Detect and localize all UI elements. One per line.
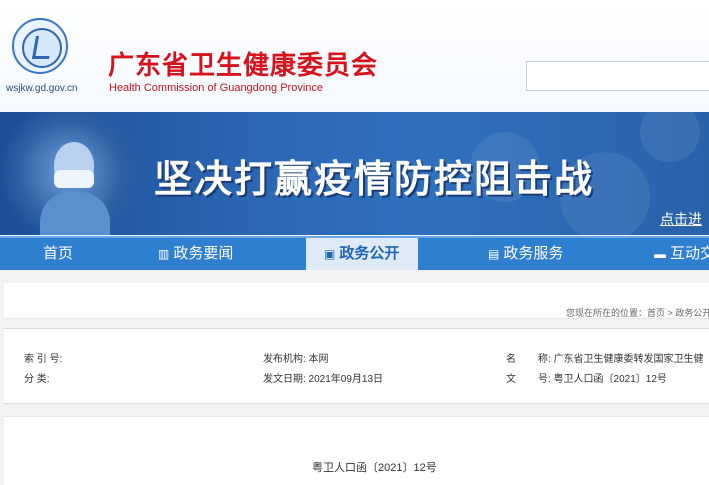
document-icon: ▣	[324, 247, 336, 261]
nav-item-open-affairs[interactable]: ▣ 政务公开	[306, 238, 418, 270]
medic-illustration	[40, 134, 110, 235]
banner-decoration	[640, 112, 700, 162]
site-title[interactable]: 广东省卫生健康委员会	[108, 45, 378, 82]
category-label: 分 类:	[24, 374, 50, 385]
name-value: 称: 广东省卫生健康委转发国家卫生健	[538, 354, 704, 365]
nav-item-label: 政务公开	[339, 245, 400, 262]
document-meta-table	[4, 328, 709, 404]
main-nav: 首页 ▥ 政务要闻 ▣ 政务公开 ▤ 政务服务 ▬ 互动交	[0, 236, 709, 270]
clipboard-icon: ▤	[488, 247, 500, 261]
doc-number-value: 号: 粤卫人口函〔2021〕12号	[538, 374, 667, 385]
site-domain: wsjkw.gd.gov.cn	[6, 83, 78, 94]
banner-link[interactable]: 点击进	[660, 209, 702, 229]
name-label: 名	[506, 354, 516, 365]
site-subtitle: Health Commission of Guangdong Province	[109, 82, 324, 94]
document-number: 粤卫人口函〔2021〕12号	[312, 462, 437, 474]
banner-slogan: 坚决打赢疫情防控阻击战	[154, 159, 595, 201]
nav-item-services[interactable]: ▤ 政务服务	[488, 238, 563, 270]
nav-item-label: 首页	[43, 245, 74, 262]
publisher-field: 发布机构: 本网	[263, 354, 329, 365]
issue-date-field: 发文日期: 2021年09月13日	[263, 374, 384, 385]
chat-icon: ▬	[654, 247, 666, 261]
nav-item-label: 政务服务	[503, 245, 564, 262]
nav-item-label: 政务要闻	[173, 245, 234, 262]
emblem-logo[interactable]	[12, 18, 68, 74]
index-number-label: 索 引 号:	[24, 354, 63, 365]
nav-item-news[interactable]: ▥ 政务要闻	[158, 238, 233, 270]
search-input[interactable]	[526, 61, 709, 91]
news-icon: ▥	[158, 247, 170, 261]
doc-number-label: 文	[506, 374, 516, 385]
nav-item-label: 互动交	[670, 245, 709, 262]
nav-item-interaction[interactable]: ▬ 互动交	[654, 238, 709, 270]
nav-item-home[interactable]: 首页	[43, 238, 73, 270]
breadcrumb[interactable]: 您现在所在的位置：首页 > 政务公开	[566, 306, 709, 319]
